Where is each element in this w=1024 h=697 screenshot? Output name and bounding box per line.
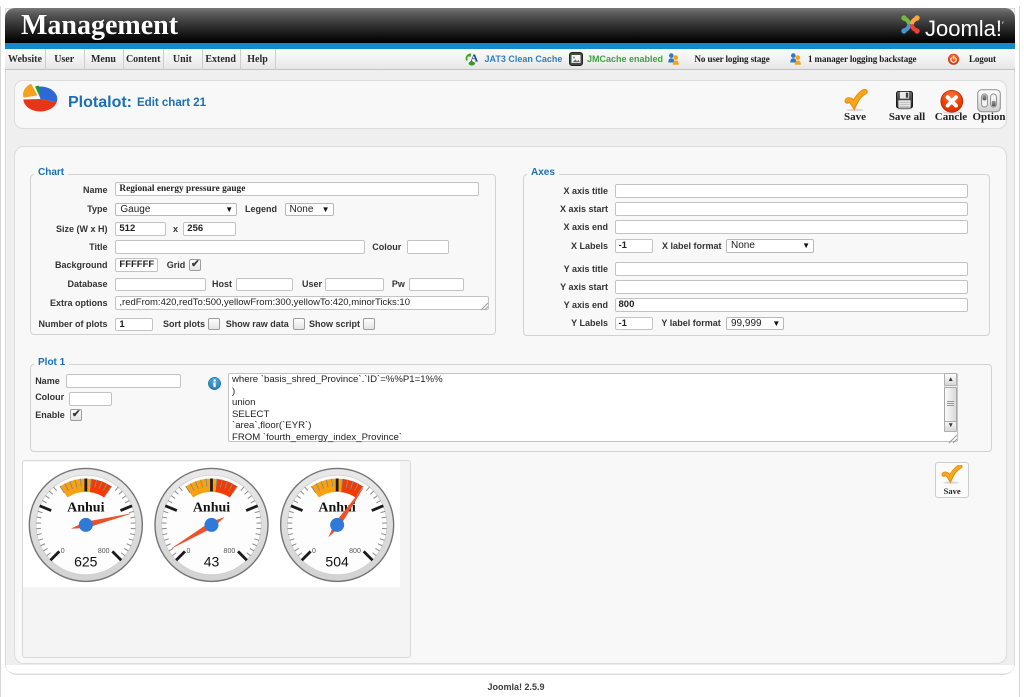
svg-text:504: 504 [326,553,350,569]
svg-text:43: 43 [204,553,220,569]
svg-text:Anhui: Anhui [193,500,230,515]
svg-text:Anhui: Anhui [67,500,104,515]
svg-text:800: 800 [98,548,110,555]
svg-text:800: 800 [349,548,361,555]
svg-text:A: A [470,52,478,64]
svg-text:0: 0 [187,548,191,555]
svg-text:0: 0 [312,548,316,555]
svg-text:0: 0 [61,548,65,555]
svg-text:800: 800 [224,548,236,555]
svg-text:625: 625 [74,553,98,569]
